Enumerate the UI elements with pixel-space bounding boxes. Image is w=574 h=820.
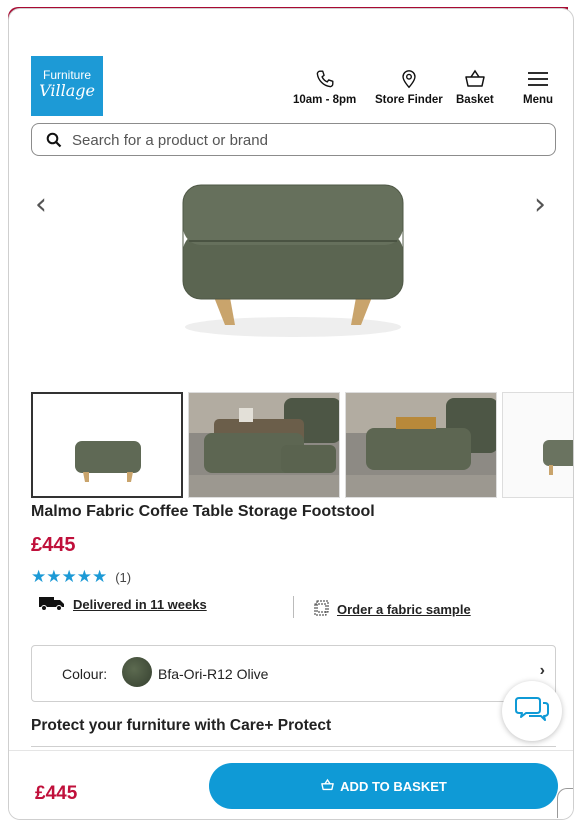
add-to-basket-label: ADD TO BASKET [340,778,447,794]
sticky-purchase-bar: £445 ADD TO BASKET [9,750,573,819]
colour-swatch [122,657,152,687]
live-chat-button[interactable] [502,681,562,741]
fabric-sample: Order a fabric sample [313,600,471,619]
colour-label: Colour: [62,666,108,682]
divider [293,596,294,618]
search-bar [31,123,556,156]
care-protect-heading: Protect your furniture with Care+ Protec… [31,717,332,734]
hours-label: 10am - 8pm [293,94,357,106]
logo-text-line2: Village [39,81,95,100]
menu-button[interactable]: Menu [523,68,553,106]
product-title: Malmo Fabric Coffee Table Storage Footst… [31,503,375,520]
basket-icon [456,68,494,90]
chat-icon [515,694,549,729]
chevron-right-icon: › [539,662,545,679]
corner-tab [557,788,573,818]
opening-hours-link[interactable]: 10am - 8pm [293,68,356,106]
delivery-truck-icon [39,595,65,614]
location-pin-icon [375,68,443,90]
hamburger-icon [523,68,553,90]
basket-link[interactable]: Basket [456,68,494,106]
thumbnail-strip [31,390,573,498]
page-frame: Furniture Village 10am - 8pm Store Finde… [8,8,574,820]
thumbnail-1[interactable] [31,392,183,498]
store-finder-label: Store Finder [375,94,443,106]
thumbnail-3[interactable] [345,392,497,498]
logo[interactable]: Furniture Village [31,56,103,116]
thumbnail-4[interactable] [502,392,573,498]
search-icon [46,132,62,153]
site-header: Furniture Village 10am - 8pm Store Finde… [9,56,573,122]
basket-icon [320,778,335,795]
gallery-next-button[interactable]: › [534,187,546,222]
gallery-prev-button[interactable]: ‹ [35,187,47,222]
phone-icon [293,68,356,90]
delivery-link[interactable]: Delivered in 11 weeks [73,597,207,612]
store-finder-link[interactable]: Store Finder [375,68,443,106]
colour-value: Bfa-Ori-R12 Olive [158,666,269,682]
product-price: £445 [31,534,76,556]
basket-label: Basket [456,94,494,106]
product-main-image [177,177,409,347]
search-input[interactable] [72,130,542,150]
fabric-swatch-icon [313,600,329,619]
rating-stars: ★★★★★ [31,567,108,586]
rating-count: (1) [115,569,132,585]
thumbnail-2[interactable] [188,392,340,498]
delivery-info: Delivered in 11 weeks [39,595,207,614]
rating-summary[interactable]: ★★★★★ (1) [31,567,131,587]
fabric-sample-link[interactable]: Order a fabric sample [337,602,471,617]
sticky-price: £445 [35,783,78,804]
menu-label: Menu [523,94,554,106]
colour-selector[interactable]: Colour: Bfa-Ori-R12 Olive › [31,645,556,702]
add-to-basket-button[interactable]: ADD TO BASKET [209,763,558,809]
